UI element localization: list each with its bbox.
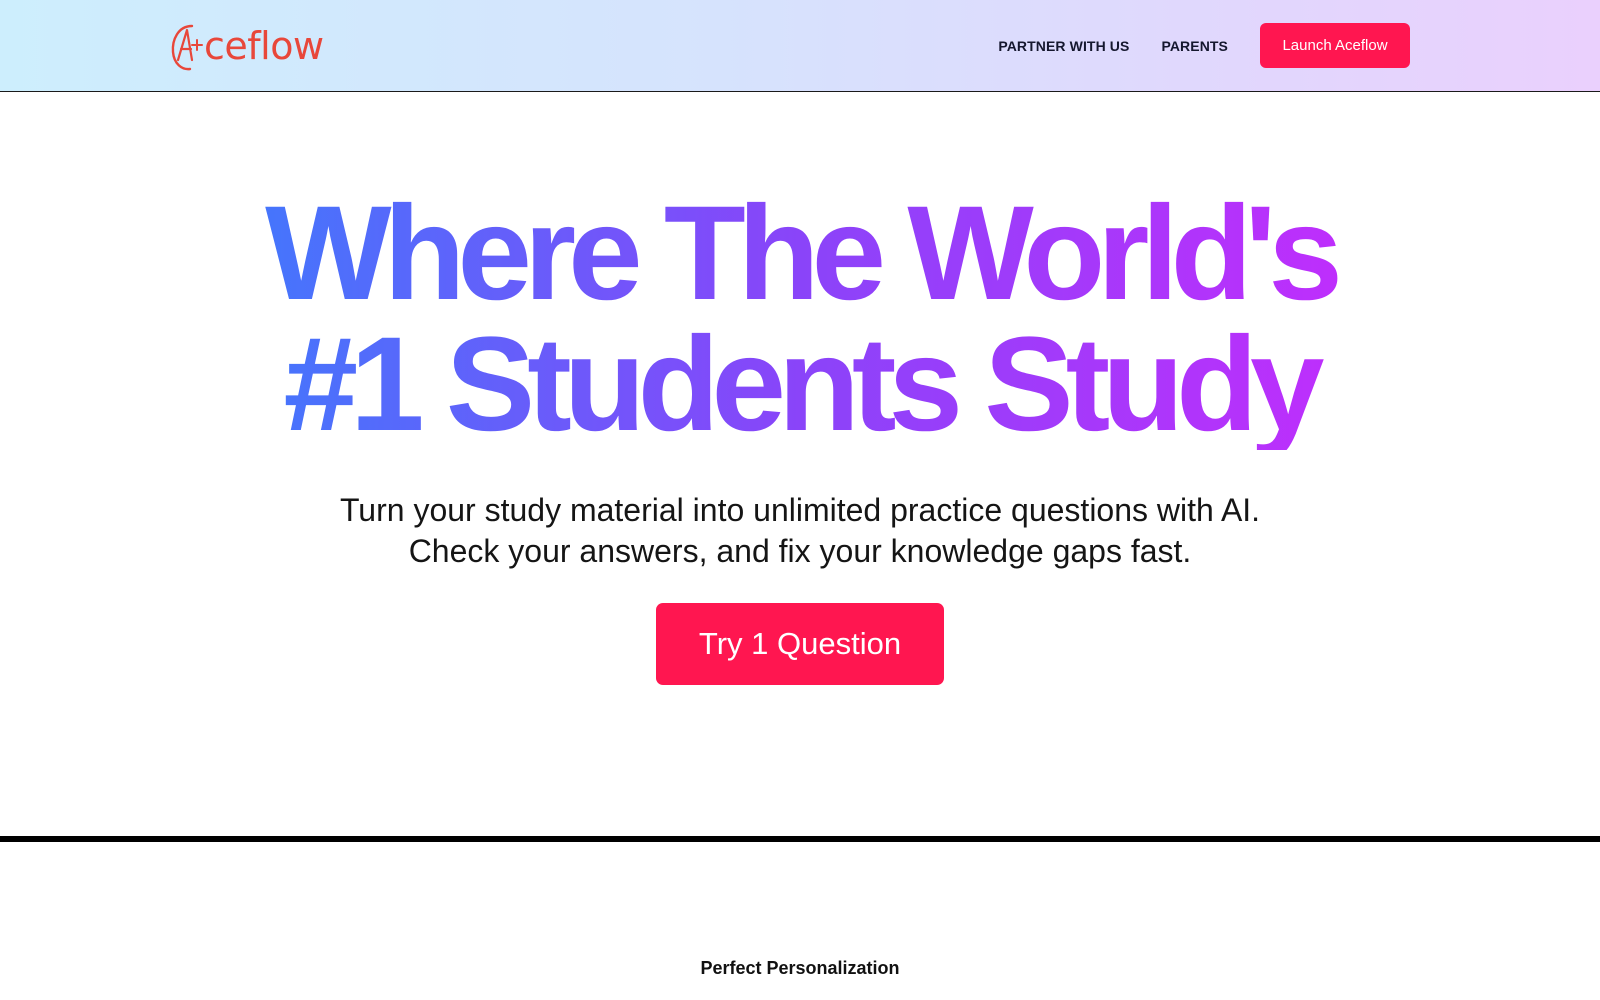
section-divider	[0, 836, 1600, 842]
hero-section: Where The World's #1 Students Study Turn…	[0, 92, 1600, 836]
hero-subtitle-line-1: Turn your study material into unlimited …	[339, 492, 1261, 528]
hero-headline-line-2: #1 Students Study	[283, 310, 1317, 459]
perfect-personalization-heading: Perfect Personalization	[700, 958, 900, 978]
aceflow-logo[interactable]: ceflow	[170, 18, 324, 74]
hero-headline: Where The World's #1 Students Study	[200, 188, 1400, 450]
hero-subtitle: Turn your study material into unlimited …	[200, 490, 1400, 572]
logo-wordmark: ceflow	[204, 24, 324, 68]
nav-link-parents[interactable]: PARENTS	[1161, 38, 1228, 54]
nav-link-partner-with-us[interactable]: PARTNER WITH US	[998, 38, 1129, 54]
nav-links: PARTNER WITH US PARENTS Launch Aceflow	[998, 23, 1410, 68]
try-1-question-button[interactable]: Try 1 Question	[656, 603, 944, 685]
a-plus-logo-icon	[171, 24, 203, 71]
hero-subtitle-line-2: Check your answers, and fix your knowled…	[408, 533, 1192, 569]
hero-headline-line-1: Where The World's	[265, 179, 1335, 328]
launch-aceflow-button[interactable]: Launch Aceflow	[1260, 23, 1410, 68]
top-navbar: ceflow PARTNER WITH US PARENTS Launch Ac…	[0, 0, 1600, 92]
